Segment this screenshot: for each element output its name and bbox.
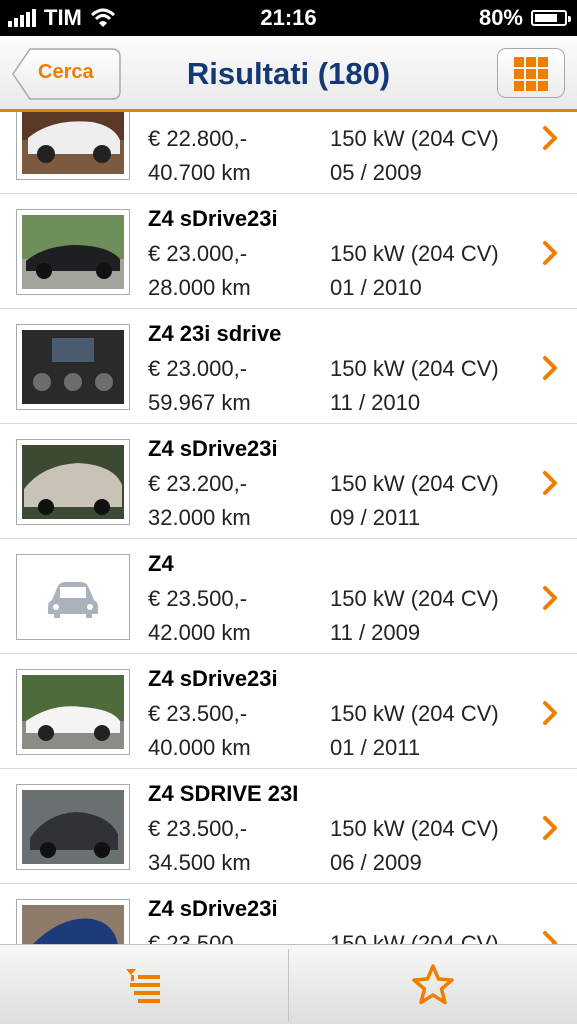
car-photo	[22, 215, 124, 289]
listing-power: 150 kW (204 CV)	[330, 241, 499, 266]
results-list[interactable]: € 22.800,- 40.700 km 150 kW (204 CV) 05 …	[0, 112, 577, 944]
tab-favorites[interactable]	[289, 945, 577, 1025]
listing-title: Z4 sDrive23i	[148, 896, 278, 921]
listing-registration-date: 06 / 2009	[330, 850, 422, 875]
chevron-right-icon	[543, 701, 557, 725]
chevron-right-icon	[543, 241, 557, 265]
chevron-right-icon	[543, 471, 557, 495]
list-item[interactable]: € 22.800,- 40.700 km 150 kW (204 CV) 05 …	[0, 112, 577, 194]
listing-registration-date: 09 / 2011	[330, 505, 421, 530]
listing-registration-date: 11 / 2009	[330, 620, 421, 645]
listing-mileage: 34.500 km	[148, 850, 251, 875]
list-item[interactable]: Z4 sDrive23i € 23.500,- 150 kW (204 CV)	[0, 884, 577, 944]
listing-title: Z4 SDRIVE 23I	[148, 781, 299, 806]
listing-title: Z4 sDrive23i	[148, 436, 278, 461]
listing-title: Z4	[148, 551, 174, 576]
listing-mileage: 40.000 km	[148, 735, 251, 760]
back-button[interactable]: Cerca	[12, 48, 121, 100]
tab-sort[interactable]	[0, 945, 288, 1025]
battery-label: 80%	[478, 5, 523, 30]
listing-price: € 23.500,-	[148, 586, 248, 611]
list-item[interactable]: Z4 sDrive23i € 23.500,- 40.000 km 150 kW…	[0, 654, 577, 769]
chevron-right-icon	[543, 356, 557, 380]
listing-power: 150 kW (204 CV)	[330, 816, 499, 841]
car-thumbnail	[16, 669, 130, 755]
listing-power: 150 kW (204 CV)	[330, 931, 499, 944]
chevron-right-icon	[543, 586, 557, 610]
listing-registration-date: 05 / 2009	[330, 160, 422, 185]
listing-registration-date: 01 / 2011	[330, 735, 421, 760]
listing-power: 150 kW (204 CV)	[330, 471, 499, 496]
car-photo	[22, 675, 124, 749]
list-item[interactable]: Z4 SDRIVE 23I € 23.500,- 34.500 km 150 k…	[0, 769, 577, 884]
car-photo	[22, 330, 124, 404]
chevron-right-icon	[543, 931, 557, 944]
list-item[interactable]: Z4 23i sdrive € 23.000,- 59.967 km 150 k…	[0, 309, 577, 424]
tab-bar	[0, 944, 577, 1024]
car-thumbnail	[16, 784, 130, 870]
sort-list-icon	[126, 969, 160, 1003]
car-thumbnail	[16, 554, 130, 640]
listing-mileage: 40.700 km	[148, 160, 251, 185]
star-icon	[412, 964, 454, 1005]
list-item[interactable]: Z4 € 23.500,- 42.000 km 150 kW (204 CV) …	[0, 539, 577, 654]
listing-price: € 23.000,-	[148, 356, 248, 381]
list-item[interactable]: Z4 sDrive23i € 23.200,- 32.000 km 150 kW…	[0, 424, 577, 539]
car-thumbnail	[16, 899, 130, 944]
listing-title: Z4 23i sdrive	[148, 321, 282, 346]
listing-mileage: 28.000 km	[148, 275, 251, 300]
listing-price: € 23.500,-	[148, 816, 248, 841]
listing-price: € 23.500,-	[148, 931, 248, 944]
car-thumbnail	[16, 324, 130, 410]
grid-view-button[interactable]	[497, 48, 565, 98]
chevron-right-icon	[543, 126, 557, 150]
car-photo	[22, 905, 124, 944]
listing-mileage: 59.967 km	[148, 390, 251, 415]
listing-power: 150 kW (204 CV)	[330, 586, 499, 611]
back-button-label: Cerca	[38, 61, 94, 83]
chevron-right-icon	[543, 816, 557, 840]
listing-price: € 23.200,-	[148, 471, 248, 496]
listing-mileage: 42.000 km	[148, 620, 251, 645]
navigation-bar: Cerca Risultati (180)	[0, 36, 577, 112]
car-thumbnail	[16, 112, 130, 180]
listing-power: 150 kW (204 CV)	[330, 701, 499, 726]
battery-icon	[531, 10, 571, 26]
car-photo	[22, 445, 124, 519]
car-photo	[22, 112, 124, 174]
car-photo	[22, 790, 124, 864]
listing-registration-date: 11 / 2010	[330, 390, 421, 415]
listing-title: Z4 sDrive23i	[148, 666, 278, 691]
listing-price: € 23.500,-	[148, 701, 248, 726]
listing-mileage: 32.000 km	[148, 505, 251, 530]
grid-icon	[514, 57, 548, 91]
status-bar: TIM 21:16 80%	[0, 0, 577, 36]
listing-price: € 23.000,-	[148, 241, 248, 266]
listing-title: Z4 sDrive23i	[148, 206, 278, 231]
listing-price: € 22.800,-	[148, 126, 248, 151]
list-item[interactable]: Z4 sDrive23i € 23.000,- 28.000 km 150 kW…	[0, 194, 577, 309]
listing-registration-date: 01 / 2010	[330, 275, 422, 300]
car-thumbnail	[16, 209, 130, 295]
car-placeholder-icon	[22, 560, 124, 634]
listing-power: 150 kW (204 CV)	[330, 356, 499, 381]
car-thumbnail	[16, 439, 130, 525]
page-title: Risultati (180)	[186, 56, 391, 91]
listing-power: 150 kW (204 CV)	[330, 126, 499, 151]
